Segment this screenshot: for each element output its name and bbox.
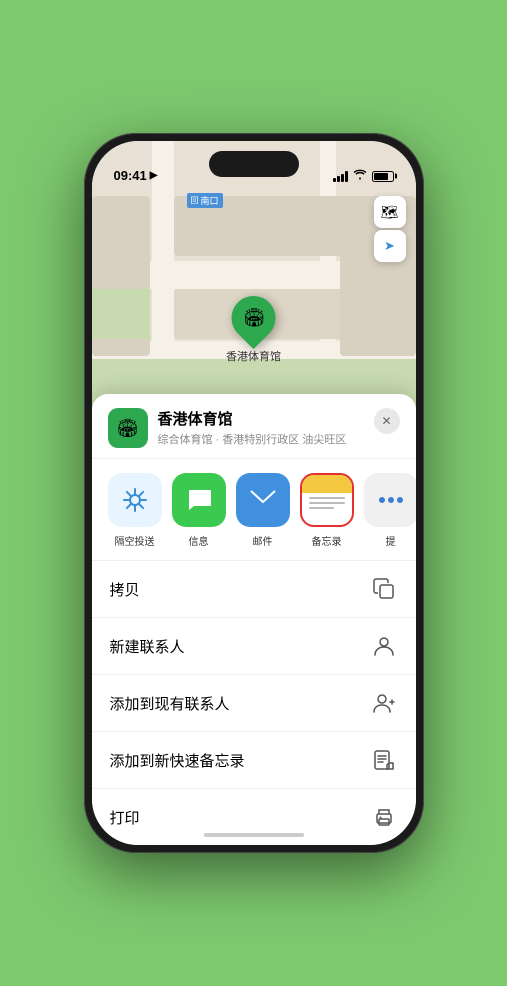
notes-icon	[300, 473, 354, 527]
signal-bars	[333, 171, 348, 182]
phone-frame: 09:41 ▶	[84, 133, 424, 853]
menu-item-add-existing[interactable]: 添加到现有联系人	[92, 675, 416, 732]
location-arrow: ▶	[150, 170, 158, 181]
menu-item-new-contact[interactable]: 新建联系人	[92, 618, 416, 675]
message-label: 信息	[189, 533, 209, 548]
map-controls: 🗺 ➤	[374, 196, 406, 262]
copy-label: 拷贝	[110, 579, 140, 600]
add-notes-label: 添加到新快速备忘录	[110, 750, 245, 771]
share-item-airdrop[interactable]: 隔空投送	[108, 473, 162, 548]
print-icon	[370, 803, 398, 831]
airdrop-icon	[108, 473, 162, 527]
person-add-icon	[370, 689, 398, 717]
map-green-area	[92, 289, 150, 339]
wifi-icon	[353, 169, 367, 183]
menu-item-add-notes[interactable]: 添加到新快速备忘录	[92, 732, 416, 789]
venue-name: 香港体育馆	[158, 408, 374, 429]
new-contact-label: 新建联系人	[110, 636, 185, 657]
copy-icon	[370, 575, 398, 603]
map-type-button[interactable]: 🗺	[374, 196, 406, 228]
share-item-mail[interactable]: 邮件	[236, 473, 290, 548]
pin-label: 香港体育馆	[226, 348, 281, 364]
map-label-nankou: 南口	[187, 193, 223, 208]
status-icons	[333, 169, 394, 183]
venue-header: 🏟 香港体育馆 综合体育馆 · 香港特别行政区 油尖旺区 ✕	[92, 394, 416, 459]
mail-label: 邮件	[253, 533, 273, 548]
location-button[interactable]: ➤	[374, 230, 406, 262]
dynamic-island	[209, 151, 299, 177]
more-label: 提	[386, 533, 396, 548]
map-pin[interactable]: 🏟 香港体育馆	[226, 296, 281, 364]
phone-screen: 09:41 ▶	[92, 141, 416, 845]
message-icon	[172, 473, 226, 527]
notes-label: 备忘录	[312, 533, 342, 548]
airdrop-label: 隔空投送	[115, 533, 155, 548]
venue-info: 香港体育馆 综合体育馆 · 香港特别行政区 油尖旺区	[158, 408, 374, 447]
share-item-more[interactable]: 提	[364, 473, 416, 548]
print-label: 打印	[110, 807, 140, 828]
home-indicator	[204, 833, 304, 837]
more-icon	[364, 473, 416, 527]
venue-icon: 🏟	[108, 408, 148, 448]
menu-item-copy[interactable]: 拷贝	[92, 561, 416, 618]
mail-icon	[236, 473, 290, 527]
venue-subtitle: 综合体育馆 · 香港特别行政区 油尖旺区	[158, 431, 374, 447]
pin-marker: 🏟	[222, 287, 284, 349]
status-time: 09:41 ▶	[114, 168, 158, 183]
close-button[interactable]: ✕	[374, 408, 400, 434]
share-row: 隔空投送 信息	[92, 459, 416, 561]
share-item-notes[interactable]: 备忘录	[300, 473, 354, 548]
bottom-sheet: 🏟 香港体育馆 综合体育馆 · 香港特别行政区 油尖旺区 ✕	[92, 394, 416, 845]
time-display: 09:41	[114, 168, 147, 183]
note-icon	[370, 746, 398, 774]
add-existing-label: 添加到现有联系人	[110, 693, 230, 714]
menu-list: 拷贝 新建联系人	[92, 561, 416, 845]
pin-icon: 🏟	[242, 308, 265, 329]
share-item-message[interactable]: 信息	[172, 473, 226, 548]
battery-icon	[372, 171, 394, 182]
person-icon	[370, 632, 398, 660]
